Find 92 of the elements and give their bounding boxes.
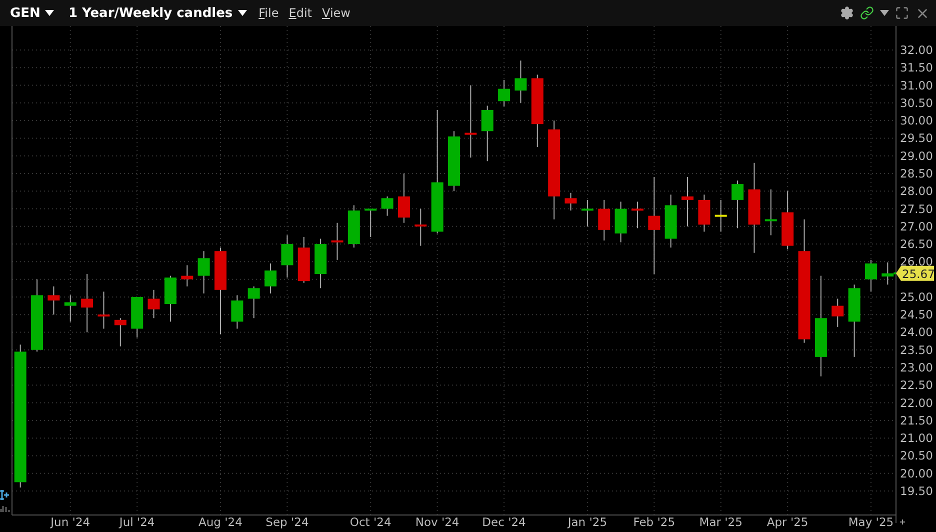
candlestick bbox=[181, 264, 194, 287]
candlestick bbox=[598, 199, 610, 241]
plus-icon bbox=[900, 519, 906, 525]
axis-label: Aug '24 bbox=[198, 515, 242, 529]
candlestick bbox=[832, 298, 844, 328]
axis-label: 29.50 bbox=[900, 131, 933, 146]
axis-label: 21.50 bbox=[900, 413, 933, 428]
candlestick bbox=[198, 250, 210, 294]
candlestick bbox=[298, 236, 310, 284]
candlestick bbox=[314, 238, 327, 289]
menu-item[interactable]: Edit bbox=[286, 6, 314, 20]
candlestick bbox=[481, 105, 494, 162]
axis-label: 31.00 bbox=[900, 78, 933, 92]
axis-label: 23.50 bbox=[900, 342, 933, 357]
axis-label: May '25 bbox=[848, 515, 894, 529]
axis-label: 25.00 bbox=[900, 290, 933, 304]
candlestick bbox=[564, 192, 577, 212]
axis-label: 23.00 bbox=[900, 360, 933, 375]
candlestick bbox=[631, 201, 644, 229]
link-icon[interactable] bbox=[860, 6, 874, 20]
candlestick bbox=[81, 274, 94, 333]
axis-label: Mar '25 bbox=[699, 515, 742, 529]
candlestick bbox=[231, 294, 244, 330]
caret-icon bbox=[45, 10, 54, 16]
candlestick bbox=[164, 275, 176, 322]
axis-label: 24.50 bbox=[900, 308, 933, 322]
candlestick bbox=[498, 79, 510, 107]
candlestick bbox=[148, 289, 160, 319]
settings-icon[interactable] bbox=[840, 6, 854, 20]
candlestick bbox=[414, 208, 427, 246]
candlestick bbox=[398, 172, 410, 224]
axis-label: 30.50 bbox=[900, 96, 933, 110]
maximize-icon[interactable] bbox=[895, 6, 909, 20]
candlestick bbox=[48, 286, 60, 316]
menu-item[interactable]: File bbox=[256, 6, 281, 20]
axis-label: 20.50 bbox=[900, 448, 933, 463]
axis-label: 30.00 bbox=[900, 114, 933, 128]
axis-label: Oct '24 bbox=[350, 515, 392, 529]
axis-label: 24.00 bbox=[900, 325, 933, 340]
candlestick bbox=[381, 196, 394, 216]
candlestick bbox=[281, 234, 294, 278]
axis-label: 27.00 bbox=[900, 219, 933, 234]
candlestick bbox=[264, 262, 277, 294]
candlestick bbox=[364, 208, 377, 238]
menu-item[interactable]: View bbox=[320, 6, 352, 20]
axis-label: 27.50 bbox=[900, 202, 933, 216]
axis-label: 26.50 bbox=[900, 237, 933, 252]
candlestick bbox=[331, 222, 344, 260]
axis-label: 22.50 bbox=[900, 378, 933, 392]
last-price-tag: 25.67 bbox=[896, 266, 935, 281]
axis-label: 29.00 bbox=[900, 148, 933, 163]
candlestick bbox=[448, 130, 460, 192]
axis-label: Jul '24 bbox=[119, 515, 155, 529]
candlestick bbox=[131, 296, 144, 338]
candlestick bbox=[514, 60, 527, 104]
candlestick bbox=[714, 199, 727, 232]
axis-label: 19.50 bbox=[900, 484, 933, 498]
candlestick bbox=[864, 259, 877, 292]
axis-label: Dec '24 bbox=[482, 515, 526, 529]
candlestick bbox=[581, 199, 594, 227]
candlestick bbox=[782, 190, 794, 250]
candlestick bbox=[614, 201, 627, 243]
axis-label: Nov '24 bbox=[415, 515, 460, 529]
caret-icon bbox=[238, 10, 247, 16]
axis-label: 22.00 bbox=[900, 396, 933, 410]
candlestick bbox=[664, 194, 677, 248]
candlestick bbox=[698, 194, 710, 232]
axis-label: 28.00 bbox=[900, 184, 933, 198]
axis-label: Feb '25 bbox=[633, 515, 676, 529]
candlestick bbox=[732, 180, 744, 229]
axis-label: 32.00 bbox=[900, 43, 933, 57]
candlestick bbox=[348, 204, 360, 248]
axis-label: Sep '24 bbox=[266, 515, 309, 529]
axis-label: Jun '24 bbox=[50, 515, 90, 529]
candlestick bbox=[248, 286, 260, 319]
candlestick bbox=[882, 262, 894, 286]
last-price-line bbox=[894, 272, 896, 274]
volume-bars-icon bbox=[0, 506, 10, 512]
candlestick bbox=[64, 294, 76, 322]
candlestick bbox=[682, 176, 694, 227]
axis-label: 20.00 bbox=[900, 466, 933, 480]
candlestick bbox=[764, 188, 777, 236]
symbol-dropdown[interactable]: GEN bbox=[6, 6, 58, 20]
candlestick bbox=[114, 318, 126, 347]
axis-label: 21.00 bbox=[900, 431, 933, 446]
candlestick bbox=[98, 291, 110, 330]
axis-label: 31.50 bbox=[900, 60, 933, 75]
axis-label: Jan '25 bbox=[568, 515, 608, 529]
axis-label: 28.50 bbox=[900, 166, 933, 180]
axis-label: Apr '25 bbox=[766, 515, 808, 529]
caret-icon[interactable] bbox=[880, 10, 889, 16]
period-dropdown[interactable]: 1 Year/Weekly candles bbox=[64, 6, 251, 20]
